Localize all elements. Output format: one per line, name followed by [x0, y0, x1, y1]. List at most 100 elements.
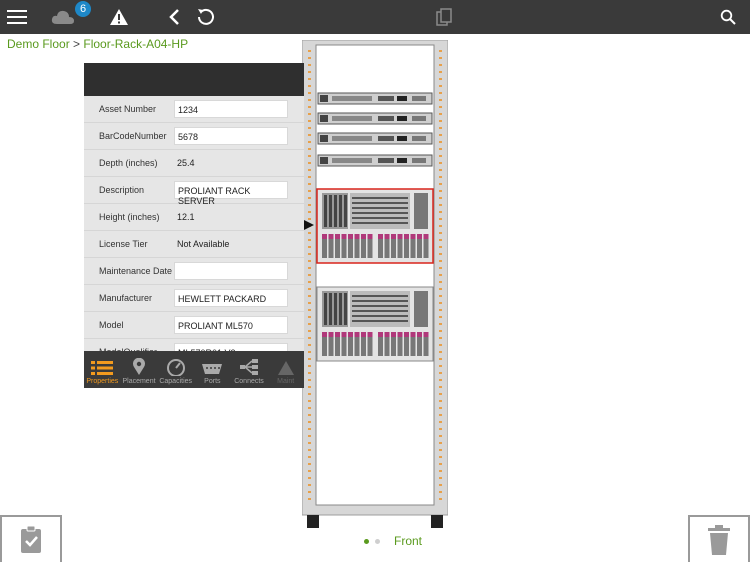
rack-rail-hole	[439, 211, 442, 213]
rack-rail-hole	[439, 232, 442, 234]
tab-ports[interactable]: Ports	[194, 351, 231, 388]
rack-rail-hole	[439, 134, 442, 136]
rack-rail-hole	[308, 274, 311, 276]
rack-rail-hole	[308, 162, 311, 164]
drive-led	[397, 332, 403, 337]
rack-rail-hole	[439, 323, 442, 325]
drive-led	[341, 234, 347, 239]
rack-rail-hole	[439, 414, 442, 416]
drive-led	[341, 332, 347, 337]
rack-rail-hole	[439, 106, 442, 108]
rack-server-1u[interactable]	[317, 154, 433, 167]
property-label: Height (inches)	[99, 212, 160, 222]
rack-rail-hole	[439, 253, 442, 255]
property-input[interactable]: 5678	[174, 127, 288, 145]
rack-rail-hole	[308, 218, 311, 220]
rack-rail-hole	[439, 239, 442, 241]
rack-rail-hole	[308, 428, 311, 430]
breadcrumb: Demo Floor > Floor-Rack-A04-HP	[7, 37, 188, 51]
rack-foot	[431, 515, 443, 528]
drive-led	[404, 332, 409, 337]
rack-rail-hole	[308, 449, 311, 451]
rack-server-selected[interactable]	[316, 188, 434, 264]
rack-rail-hole	[439, 148, 442, 150]
back-icon[interactable]	[164, 0, 184, 34]
rack-rail-hole	[308, 463, 311, 465]
rack-rail-hole	[308, 50, 311, 52]
rack-server-1u[interactable]	[317, 92, 433, 105]
rack-diagram[interactable]	[302, 40, 448, 529]
list-icon	[91, 361, 114, 375]
rack-rail-hole	[308, 316, 311, 318]
trash-icon	[708, 524, 730, 555]
breadcrumb-root[interactable]: Demo Floor	[7, 37, 70, 51]
property-row: License Tier Not Available	[84, 231, 304, 258]
property-input[interactable]: PROLIANT RACK SERVER	[174, 181, 288, 206]
property-row: Description PROLIANT RACK SERVER	[84, 177, 304, 206]
rack-rail-hole	[308, 407, 311, 409]
panel-tab-bar: Properties Placement Capacities Ports Co…	[84, 351, 304, 388]
drive-led	[361, 234, 366, 239]
rack-rail-hole	[308, 190, 311, 192]
checklist-button[interactable]	[0, 515, 62, 562]
rack-rail-hole	[308, 421, 311, 423]
drive-led	[348, 332, 353, 337]
search-icon[interactable]	[718, 0, 738, 34]
property-label: BarCodeNumber	[99, 131, 167, 141]
tab-maint[interactable]: Maint	[267, 351, 304, 388]
rack-rail-hole	[439, 351, 442, 353]
rack-server-1u[interactable]	[317, 112, 433, 125]
rack-rail-hole	[439, 449, 442, 451]
drive-led	[354, 332, 360, 337]
menu-icon[interactable]	[4, 0, 30, 34]
refresh-icon[interactable]	[194, 0, 218, 34]
property-row: Model PROLIANT ML570	[84, 312, 304, 339]
warning-icon[interactable]	[108, 0, 130, 34]
page-dot-active[interactable]	[364, 538, 369, 544]
tab-connects[interactable]: Connects	[231, 351, 268, 388]
cloud-icon[interactable]	[50, 0, 76, 34]
property-value: 12.1	[177, 212, 195, 222]
tab-placement[interactable]: Placement	[121, 351, 158, 388]
rack-rail-hole	[439, 379, 442, 381]
property-input[interactable]: HEWLETT PACKARD	[174, 289, 288, 307]
rack-rail-hole	[439, 372, 442, 374]
rack-rail-hole	[439, 344, 442, 346]
property-input[interactable]: PROLIANT ML570	[174, 316, 288, 334]
rack-rail-hole	[308, 295, 311, 297]
rack-rail-hole	[308, 351, 311, 353]
rack-server-5u[interactable]	[316, 286, 434, 362]
properties-panel: Asset Number 1234 BarCodeNumber 5678 Depth (…	[84, 63, 304, 388]
tab-properties[interactable]: Properties	[84, 351, 121, 388]
drive-led	[410, 332, 416, 337]
property-input[interactable]: 1234	[174, 100, 288, 118]
rack-rail-hole	[439, 463, 442, 465]
rack-rail-hole	[439, 428, 442, 430]
breadcrumb-current[interactable]: Floor-Rack-A04-HP	[83, 37, 188, 51]
drive-led	[328, 234, 334, 239]
rack-rail-hole	[308, 211, 311, 213]
delete-button[interactable]	[688, 515, 750, 562]
rack-server-1u[interactable]	[317, 132, 433, 145]
rack-rail-hole	[439, 365, 442, 367]
rack-rail-hole	[439, 155, 442, 157]
rack-rail-hole	[439, 267, 442, 269]
rack-rail-hole	[308, 281, 311, 283]
rack-rail-hole	[439, 85, 442, 87]
tab-label: Capacities	[159, 378, 193, 385]
rack-rail-hole	[308, 253, 311, 255]
rack-rail-hole	[308, 379, 311, 381]
tab-label: Maint	[277, 378, 295, 385]
rack-rail-hole	[439, 358, 442, 360]
clipboard-check-icon	[21, 525, 41, 553]
property-input[interactable]	[174, 262, 288, 280]
tab-capacities[interactable]: Capacities	[157, 351, 194, 388]
copy-icon[interactable]	[434, 0, 454, 34]
rack-rail-hole	[308, 239, 311, 241]
warning-icon	[277, 361, 294, 375]
page-dot[interactable]	[375, 538, 380, 544]
rack-rail-hole	[439, 99, 442, 101]
rack-rail-hole	[439, 309, 442, 311]
rack-view-pager[interactable]: Front	[364, 534, 422, 548]
rack-rail-hole	[439, 190, 442, 192]
